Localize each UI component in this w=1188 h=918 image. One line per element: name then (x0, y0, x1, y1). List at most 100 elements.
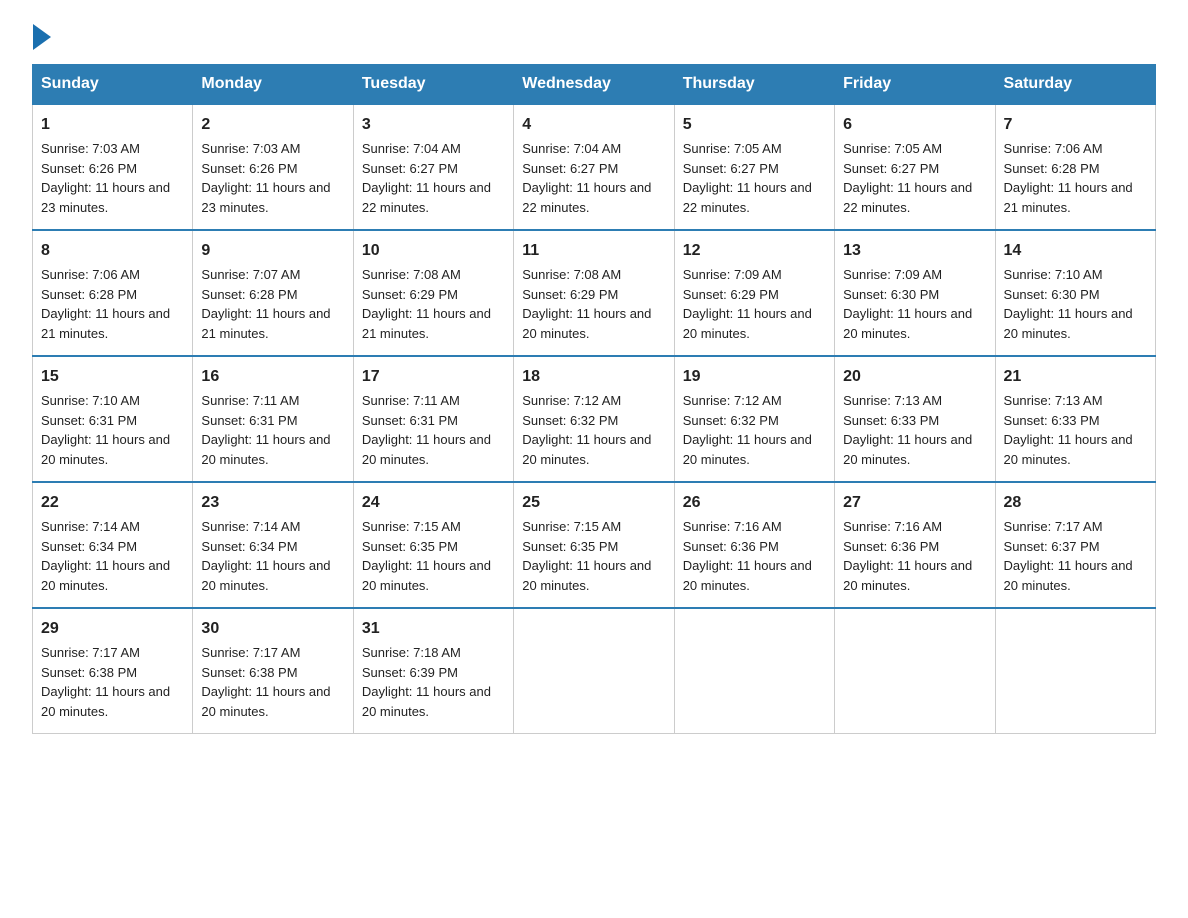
calendar-cell: 10Sunrise: 7:08 AMSunset: 6:29 PMDayligh… (353, 230, 513, 356)
day-number: 19 (683, 365, 826, 389)
day-number: 9 (201, 239, 344, 263)
calendar-cell: 6 Sunrise: 7:05 AMSunset: 6:27 PMDaylight… (835, 104, 995, 230)
calendar-cell: 1 Sunrise: 7:03 AMSunset: 6:26 PMDaylight… (33, 104, 193, 230)
calendar-cell: 22Sunrise: 7:14 AMSunset: 6:34 PMDayligh… (33, 482, 193, 608)
day-info: Sunrise: 7:18 AMSunset: 6:39 PMDaylight:… (362, 645, 491, 719)
calendar-cell (674, 608, 834, 734)
day-info: Sunrise: 7:04 AMSunset: 6:27 PMDaylight:… (522, 141, 651, 215)
calendar-cell (835, 608, 995, 734)
day-number: 21 (1004, 365, 1147, 389)
calendar-cell: 18Sunrise: 7:12 AMSunset: 6:32 PMDayligh… (514, 356, 674, 482)
day-number: 14 (1004, 239, 1147, 263)
day-number: 1 (41, 113, 184, 137)
calendar-cell: 25 Sunrise: 7:15 AMSunset: 6:35 PMDayligh… (514, 482, 674, 608)
day-info: Sunrise: 7:13 AMSunset: 6:33 PMDaylight:… (843, 393, 972, 467)
calendar-cell: 5 Sunrise: 7:05 AMSunset: 6:27 PMDaylight… (674, 104, 834, 230)
calendar-cell: 13 Sunrise: 7:09 AMSunset: 6:30 PMDayligh… (835, 230, 995, 356)
day-number: 20 (843, 365, 986, 389)
day-info: Sunrise: 7:07 AMSunset: 6:28 PMDaylight:… (201, 267, 330, 341)
calendar-cell: 28 Sunrise: 7:17 AMSunset: 6:37 PMDayligh… (995, 482, 1155, 608)
day-number: 16 (201, 365, 344, 389)
calendar-cell: 11 Sunrise: 7:08 AMSunset: 6:29 PMDayligh… (514, 230, 674, 356)
day-number: 31 (362, 617, 505, 641)
logo (32, 24, 51, 46)
day-number: 5 (683, 113, 826, 137)
day-info: Sunrise: 7:09 AMSunset: 6:29 PMDaylight:… (683, 267, 812, 341)
day-info: Sunrise: 7:13 AMSunset: 6:33 PMDaylight:… (1004, 393, 1133, 467)
day-info: Sunrise: 7:11 AMSunset: 6:31 PMDaylight:… (201, 393, 330, 467)
calendar-cell: 29 Sunrise: 7:17 AMSunset: 6:38 PMDayligh… (33, 608, 193, 734)
day-info: Sunrise: 7:04 AMSunset: 6:27 PMDaylight:… (362, 141, 491, 215)
day-number: 3 (362, 113, 505, 137)
calendar-cell: 9 Sunrise: 7:07 AMSunset: 6:28 PMDaylight… (193, 230, 353, 356)
day-number: 6 (843, 113, 986, 137)
page-header (32, 24, 1156, 46)
day-number: 28 (1004, 491, 1147, 515)
calendar-day-header: Thursday (674, 65, 834, 105)
calendar-day-header: Sunday (33, 65, 193, 105)
calendar-cell: 31 Sunrise: 7:18 AMSunset: 6:39 PMDayligh… (353, 608, 513, 734)
day-number: 13 (843, 239, 986, 263)
day-info: Sunrise: 7:08 AMSunset: 6:29 PMDaylight:… (522, 267, 651, 341)
calendar-cell: 26 Sunrise: 7:16 AMSunset: 6:36 PMDayligh… (674, 482, 834, 608)
logo-triangle-icon (33, 24, 51, 50)
calendar-cell: 14Sunrise: 7:10 AMSunset: 6:30 PMDayligh… (995, 230, 1155, 356)
calendar-cell (995, 608, 1155, 734)
calendar-cell: 3 Sunrise: 7:04 AMSunset: 6:27 PMDaylight… (353, 104, 513, 230)
day-number: 29 (41, 617, 184, 641)
calendar-cell: 17 Sunrise: 7:11 AMSunset: 6:31 PMDayligh… (353, 356, 513, 482)
day-number: 26 (683, 491, 826, 515)
calendar-cell: 2Sunrise: 7:03 AMSunset: 6:26 PMDaylight… (193, 104, 353, 230)
day-number: 18 (522, 365, 665, 389)
calendar-week-row: 29 Sunrise: 7:17 AMSunset: 6:38 PMDayligh… (33, 608, 1156, 734)
day-info: Sunrise: 7:15 AMSunset: 6:35 PMDaylight:… (522, 519, 651, 593)
day-number: 25 (522, 491, 665, 515)
day-number: 15 (41, 365, 184, 389)
day-info: Sunrise: 7:05 AMSunset: 6:27 PMDaylight:… (683, 141, 812, 215)
calendar-day-header: Friday (835, 65, 995, 105)
day-info: Sunrise: 7:09 AMSunset: 6:30 PMDaylight:… (843, 267, 972, 341)
day-number: 2 (201, 113, 344, 137)
calendar-week-row: 15 Sunrise: 7:10 AMSunset: 6:31 PMDayligh… (33, 356, 1156, 482)
day-info: Sunrise: 7:14 AMSunset: 6:34 PMDaylight:… (201, 519, 330, 593)
day-number: 17 (362, 365, 505, 389)
day-info: Sunrise: 7:17 AMSunset: 6:37 PMDaylight:… (1004, 519, 1133, 593)
day-info: Sunrise: 7:11 AMSunset: 6:31 PMDaylight:… (362, 393, 491, 467)
calendar-header-row: SundayMondayTuesdayWednesdayThursdayFrid… (33, 65, 1156, 105)
calendar-day-header: Saturday (995, 65, 1155, 105)
day-info: Sunrise: 7:16 AMSunset: 6:36 PMDaylight:… (683, 519, 812, 593)
calendar-day-header: Wednesday (514, 65, 674, 105)
calendar-cell (514, 608, 674, 734)
calendar-day-header: Tuesday (353, 65, 513, 105)
day-info: Sunrise: 7:14 AMSunset: 6:34 PMDaylight:… (41, 519, 170, 593)
day-info: Sunrise: 7:17 AMSunset: 6:38 PMDaylight:… (201, 645, 330, 719)
calendar-cell: 4Sunrise: 7:04 AMSunset: 6:27 PMDaylight… (514, 104, 674, 230)
day-info: Sunrise: 7:06 AMSunset: 6:28 PMDaylight:… (41, 267, 170, 341)
calendar-cell: 24Sunrise: 7:15 AMSunset: 6:35 PMDayligh… (353, 482, 513, 608)
day-info: Sunrise: 7:05 AMSunset: 6:27 PMDaylight:… (843, 141, 972, 215)
calendar-day-header: Monday (193, 65, 353, 105)
day-number: 27 (843, 491, 986, 515)
day-info: Sunrise: 7:10 AMSunset: 6:31 PMDaylight:… (41, 393, 170, 467)
calendar-cell: 27 Sunrise: 7:16 AMSunset: 6:36 PMDayligh… (835, 482, 995, 608)
day-info: Sunrise: 7:16 AMSunset: 6:36 PMDaylight:… (843, 519, 972, 593)
day-info: Sunrise: 7:06 AMSunset: 6:28 PMDaylight:… (1004, 141, 1133, 215)
calendar-cell: 20 Sunrise: 7:13 AMSunset: 6:33 PMDayligh… (835, 356, 995, 482)
day-info: Sunrise: 7:08 AMSunset: 6:29 PMDaylight:… (362, 267, 491, 341)
day-info: Sunrise: 7:03 AMSunset: 6:26 PMDaylight:… (41, 141, 170, 215)
calendar-week-row: 1 Sunrise: 7:03 AMSunset: 6:26 PMDaylight… (33, 104, 1156, 230)
calendar-cell: 15 Sunrise: 7:10 AMSunset: 6:31 PMDayligh… (33, 356, 193, 482)
calendar-cell: 12 Sunrise: 7:09 AMSunset: 6:29 PMDayligh… (674, 230, 834, 356)
day-number: 8 (41, 239, 184, 263)
day-number: 11 (522, 239, 665, 263)
day-number: 12 (683, 239, 826, 263)
day-info: Sunrise: 7:15 AMSunset: 6:35 PMDaylight:… (362, 519, 491, 593)
day-info: Sunrise: 7:17 AMSunset: 6:38 PMDaylight:… (41, 645, 170, 719)
day-number: 30 (201, 617, 344, 641)
calendar-cell: 19Sunrise: 7:12 AMSunset: 6:32 PMDayligh… (674, 356, 834, 482)
calendar-table: SundayMondayTuesdayWednesdayThursdayFrid… (32, 64, 1156, 734)
calendar-week-row: 8 Sunrise: 7:06 AMSunset: 6:28 PMDaylight… (33, 230, 1156, 356)
calendar-cell: 7Sunrise: 7:06 AMSunset: 6:28 PMDaylight… (995, 104, 1155, 230)
calendar-cell: 23Sunrise: 7:14 AMSunset: 6:34 PMDayligh… (193, 482, 353, 608)
calendar-cell: 16 Sunrise: 7:11 AMSunset: 6:31 PMDayligh… (193, 356, 353, 482)
